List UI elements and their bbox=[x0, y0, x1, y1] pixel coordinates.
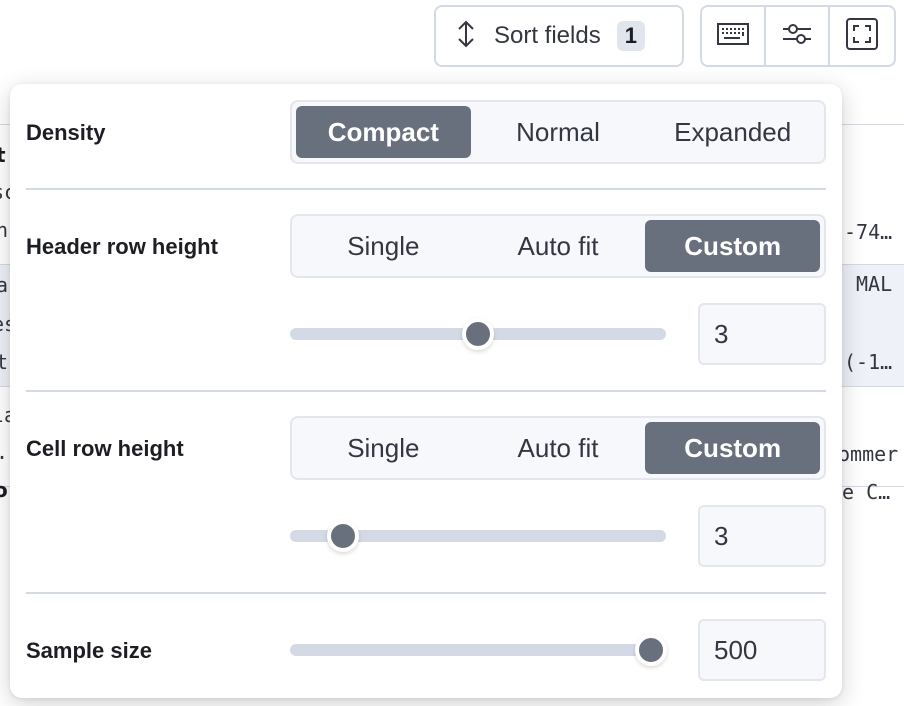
grid-cell: e C… bbox=[842, 480, 891, 504]
grid-cell: h bbox=[0, 218, 9, 242]
sample-size-input[interactable]: 500 bbox=[698, 619, 826, 681]
fullscreen-button[interactable] bbox=[830, 7, 894, 65]
header-row-height-selector: Single Auto fit Custom bbox=[290, 214, 826, 278]
cell-height-option-custom[interactable]: Custom bbox=[645, 422, 821, 474]
density-selector: Compact Normal Expanded bbox=[290, 100, 826, 164]
sample-size-slider[interactable] bbox=[290, 634, 667, 666]
display-settings-button[interactable] bbox=[766, 7, 830, 65]
header-row-height-label: Header row height bbox=[26, 234, 218, 259]
grid-cell: t bbox=[0, 143, 6, 167]
sort-count-badge: 1 bbox=[616, 21, 645, 51]
grid-controls-group bbox=[700, 5, 896, 67]
sample-size-label: Sample size bbox=[26, 638, 152, 663]
cell-row-height-selector: Single Auto fit Custom bbox=[290, 416, 826, 480]
sort-fields-button[interactable]: Sort fields 1 bbox=[434, 5, 684, 67]
display-settings-popover: Density Compact Normal Expanded Header r… bbox=[10, 84, 842, 698]
grid-cell: t bbox=[0, 350, 9, 374]
header-row-height-slider-thumb[interactable] bbox=[462, 318, 494, 350]
cell-height-option-auto-fit[interactable]: Auto fit bbox=[471, 422, 646, 474]
grid-cell: (-1… bbox=[844, 350, 893, 374]
cell-row-height-slider[interactable] bbox=[290, 520, 666, 552]
section-divider bbox=[26, 592, 826, 594]
header-row-height-slider[interactable] bbox=[290, 318, 666, 350]
cell-row-height-label: Cell row height bbox=[26, 436, 184, 461]
cell-row-height-input[interactable]: 3 bbox=[698, 505, 826, 567]
section-divider bbox=[26, 188, 826, 190]
fullscreen-icon bbox=[846, 17, 878, 55]
header-height-option-custom[interactable]: Custom bbox=[645, 220, 821, 272]
grid-cell: . bbox=[0, 440, 8, 464]
sort-fields-label: Sort fields bbox=[494, 22, 601, 49]
density-option-compact[interactable]: Compact bbox=[296, 106, 471, 158]
keyboard-icon bbox=[717, 22, 749, 51]
density-option-expanded[interactable]: Expanded bbox=[645, 106, 820, 158]
density-option-normal[interactable]: Normal bbox=[471, 106, 646, 158]
grid-cell: -74… bbox=[844, 220, 893, 244]
cell-height-option-single[interactable]: Single bbox=[296, 422, 471, 474]
cell-row-height-slider-thumb[interactable] bbox=[326, 520, 359, 552]
header-height-option-auto-fit[interactable]: Auto fit bbox=[471, 220, 646, 272]
grid-cell: a bbox=[0, 273, 9, 297]
header-height-option-single[interactable]: Single bbox=[296, 220, 471, 272]
sliders-icon bbox=[782, 21, 812, 52]
grid-cell: o bbox=[0, 478, 8, 502]
section-divider bbox=[26, 390, 826, 392]
grid-cell: MAL bbox=[856, 272, 893, 296]
density-label: Density bbox=[26, 120, 106, 145]
grid-cell: ommer bbox=[838, 442, 899, 466]
keyboard-shortcuts-button[interactable] bbox=[702, 7, 766, 65]
header-row-height-input[interactable]: 3 bbox=[698, 303, 826, 365]
sample-size-slider-thumb[interactable] bbox=[634, 634, 667, 666]
sort-arrows-icon bbox=[454, 20, 478, 53]
